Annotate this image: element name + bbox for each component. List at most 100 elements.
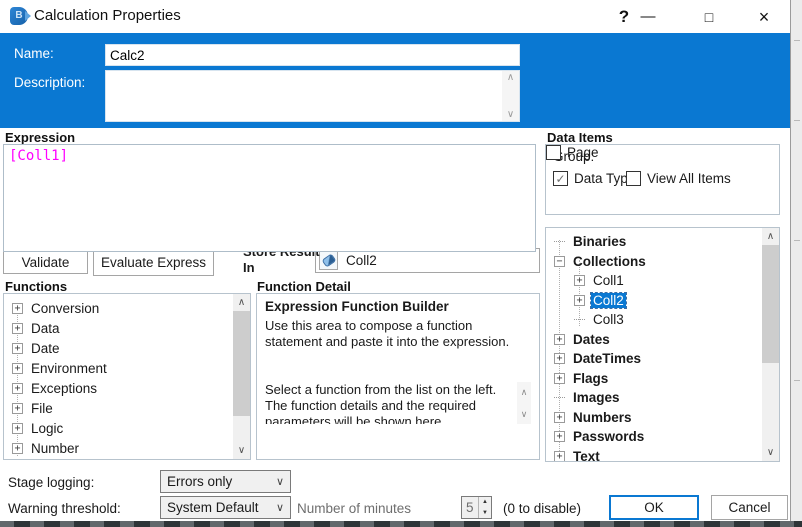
expression-value: [Coll1] <box>9 148 69 164</box>
expand-icon[interactable]: + <box>12 402 23 414</box>
tree-item-coll2[interactable]: + Coll2 <box>546 291 762 311</box>
tree-item-label[interactable]: Coll3 <box>591 312 626 327</box>
scroll-up-icon[interactable]: ∧ <box>762 228 779 245</box>
function-item-file[interactable]: + File <box>4 398 233 418</box>
tree-item-coll3[interactable]: Coll3 <box>546 310 762 330</box>
tree-item-binaries[interactable]: Binaries <box>546 232 762 252</box>
expand-icon[interactable]: + <box>554 333 565 345</box>
minimize-button[interactable]: — <box>636 4 660 30</box>
expand-icon[interactable]: + <box>554 372 565 384</box>
tree-item-label[interactable]: DateTimes <box>571 351 643 366</box>
scroll-down-icon[interactable]: ∨ <box>502 109 519 120</box>
function-item-environment[interactable]: + Environment <box>4 358 233 378</box>
expand-icon[interactable]: + <box>12 302 23 314</box>
scroll-up-icon[interactable]: ∧ <box>502 72 519 83</box>
close-button[interactable]: × <box>752 4 776 30</box>
maximize-button[interactable]: □ <box>697 4 721 30</box>
warning-threshold-value: System Default <box>167 500 259 515</box>
expand-icon[interactable]: + <box>12 422 23 434</box>
data-items-tree: Binaries − Collections + Coll1 + Coll2 Coll3 + Da… <box>545 227 780 462</box>
tree-item-text[interactable]: + Text <box>546 447 762 461</box>
scrollbar-thumb[interactable] <box>233 311 250 416</box>
function-item-number[interactable]: + Number <box>4 438 233 458</box>
spinner-up-icon[interactable]: ▲ <box>479 497 491 508</box>
tree-item-flags[interactable]: + Flags <box>546 369 762 389</box>
checkbox-view-all-items[interactable]: View All Items <box>626 171 731 186</box>
description-input[interactable]: ∧ ∨ <box>105 70 520 122</box>
expand-icon[interactable]: + <box>554 353 565 365</box>
tree-item-label[interactable]: Images <box>571 390 622 405</box>
help-button[interactable]: ? <box>612 4 636 30</box>
scroll-up-icon[interactable]: ∧ <box>517 384 531 400</box>
scroll-up-icon[interactable]: ∧ <box>233 294 250 311</box>
tree-item-label[interactable]: Collections <box>571 254 648 269</box>
scroll-down-icon[interactable]: ∨ <box>233 442 250 459</box>
tree-item-label[interactable]: Passwords <box>571 429 646 444</box>
tree-item-label[interactable]: Coll2 <box>590 291 627 309</box>
stage-logging-dropdown[interactable]: Errors only ∨ <box>160 470 291 493</box>
expand-icon[interactable]: + <box>12 442 23 454</box>
background-app-bottom-strip <box>0 521 802 527</box>
scroll-down-icon[interactable]: ∨ <box>762 444 779 461</box>
tree-item-passwords[interactable]: + Passwords <box>546 427 762 447</box>
expand-icon[interactable]: + <box>12 322 23 334</box>
expression-editor[interactable]: [Coll1] <box>3 144 536 252</box>
tree-item-label[interactable]: Flags <box>571 371 610 386</box>
collapse-icon[interactable]: − <box>554 255 565 267</box>
minutes-spinner[interactable]: 5 ▲ ▼ <box>461 496 492 519</box>
expand-icon[interactable]: + <box>12 382 23 394</box>
checkbox-data-type[interactable]: ✓ Data Type <box>553 171 635 186</box>
function-item-label[interactable]: Exceptions <box>29 381 99 396</box>
name-input[interactable] <box>105 44 520 66</box>
expand-icon[interactable]: + <box>12 342 23 354</box>
tree-item-datetimes[interactable]: + DateTimes <box>546 349 762 369</box>
description-scrollbar[interactable]: ∧ ∨ <box>502 71 519 121</box>
number-of-minutes-label: Number of minutes <box>297 501 412 516</box>
checked-checkbox-icon[interactable]: ✓ <box>553 171 568 186</box>
function-item-label[interactable]: File <box>29 401 55 416</box>
tree-item-label[interactable]: Binaries <box>571 234 628 249</box>
unchecked-checkbox-icon[interactable] <box>626 171 641 186</box>
tree-item-label[interactable]: Dates <box>571 332 612 347</box>
expand-icon[interactable]: + <box>554 411 565 423</box>
function-item-label[interactable]: Conversion <box>29 301 101 316</box>
scrollbar-thumb[interactable] <box>762 245 779 363</box>
function-detail-title: Expression Function Builder <box>265 299 449 314</box>
function-item-label[interactable]: Logic <box>29 421 65 436</box>
evaluate-expression-button[interactable]: Evaluate Express <box>93 249 214 276</box>
checkbox-page[interactable]: Page <box>546 145 599 160</box>
store-result-value: Coll2 <box>346 253 377 268</box>
unchecked-checkbox-icon[interactable] <box>546 145 561 160</box>
expand-icon[interactable]: + <box>574 275 585 287</box>
cancel-button[interactable]: Cancel <box>711 495 788 520</box>
tree-item-collections[interactable]: − Collections <box>546 252 762 272</box>
expand-icon[interactable]: + <box>12 362 23 374</box>
warning-threshold-dropdown[interactable]: System Default ∨ <box>160 496 291 519</box>
function-item-label[interactable]: Number <box>29 441 81 456</box>
function-item-data[interactable]: + Data <box>4 318 233 338</box>
function-item-date[interactable]: + Date <box>4 338 233 358</box>
tree-item-numbers[interactable]: + Numbers <box>546 408 762 428</box>
function-item-exceptions[interactable]: + Exceptions <box>4 378 233 398</box>
function-item-conversion[interactable]: + Conversion <box>4 298 233 318</box>
function-item-label[interactable]: Data <box>29 321 62 336</box>
tree-item-label[interactable]: Text <box>571 449 602 461</box>
tree-item-coll1[interactable]: + Coll1 <box>546 271 762 291</box>
tree-item-dates[interactable]: + Dates <box>546 330 762 350</box>
spinner-down-icon[interactable]: ▼ <box>479 508 491 519</box>
functions-scrollbar[interactable]: ∧ ∨ <box>233 294 250 459</box>
function-item-logic[interactable]: + Logic <box>4 418 233 438</box>
tree-item-images[interactable]: Images <box>546 388 762 408</box>
ok-button[interactable]: OK <box>609 495 699 520</box>
function-item-label[interactable]: Date <box>29 341 62 356</box>
expand-icon[interactable]: + <box>554 450 565 461</box>
tree-item-label[interactable]: Coll1 <box>591 273 626 288</box>
expand-icon[interactable]: + <box>554 431 565 443</box>
function-item-label[interactable]: Environment <box>29 361 109 376</box>
scroll-down-icon[interactable]: ∨ <box>517 406 531 422</box>
validate-button[interactable]: Validate <box>3 251 88 274</box>
hint-scrollbar[interactable]: ∧ ∨ <box>517 382 531 424</box>
expand-icon[interactable]: + <box>574 294 585 306</box>
data-items-scrollbar[interactable]: ∧ ∨ <box>762 228 779 461</box>
tree-item-label[interactable]: Numbers <box>571 410 634 425</box>
